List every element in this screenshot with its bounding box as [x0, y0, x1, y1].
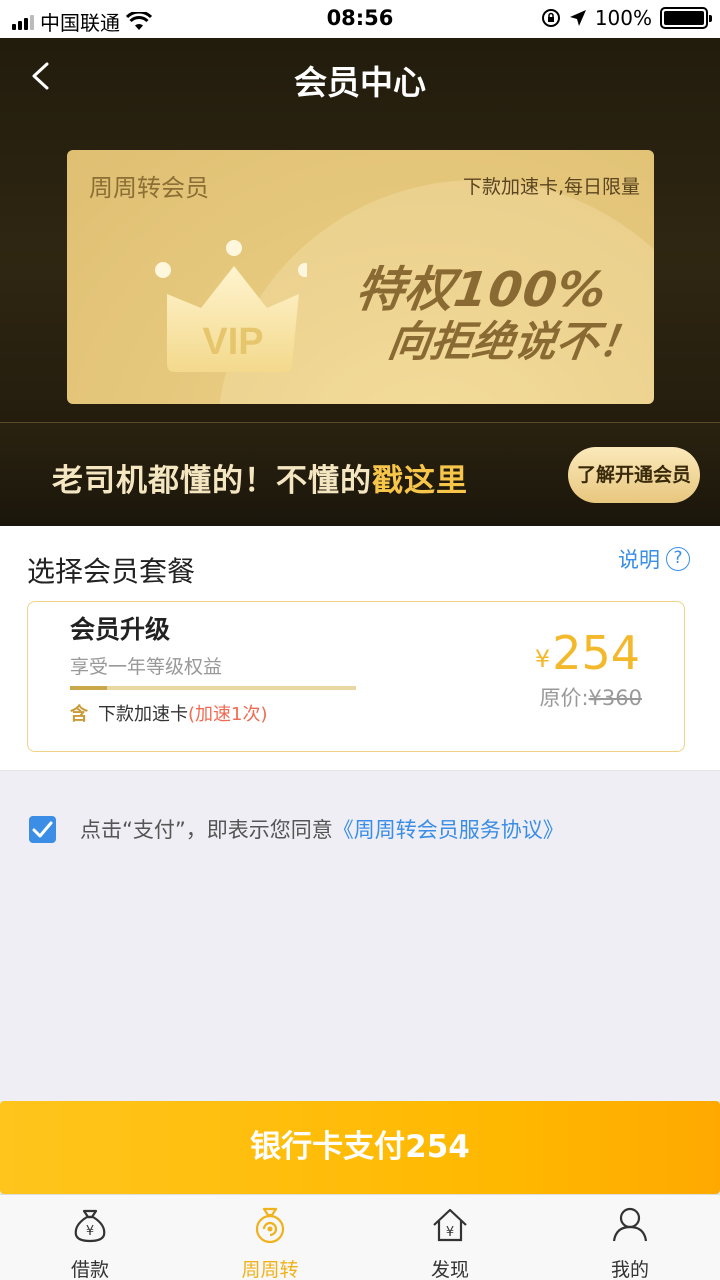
slogan-line-2: 向拒绝说不！ [385, 317, 645, 366]
tab-zhouzhouzhuan[interactable]: 周周转 [180, 1195, 360, 1280]
tab-loan[interactable]: ¥ 借款 [0, 1195, 180, 1280]
status-right: 100% [541, 6, 712, 30]
check-icon [32, 821, 53, 837]
includes-label: 含 [70, 704, 88, 725]
card-brand: 周周转会员 [89, 174, 209, 202]
agree-checkbox[interactable] [29, 815, 56, 843]
battery-percent: 100% [594, 6, 652, 30]
person-icon [612, 1207, 648, 1242]
plan-price: ¥254 [535, 626, 640, 680]
card-tagline: 下款加速卡,每日限量 [462, 176, 640, 198]
vip-badge-text: VIP [202, 321, 263, 363]
location-icon [569, 10, 586, 26]
agreement-text: 点击“支付”，即表示您同意 [80, 818, 333, 842]
vip-crown-icon: VIP [155, 240, 307, 372]
package-section: 选择会员套餐 说明 ? 会员升级 享受一年等级权益 含 下款加速卡(加速1次) … [0, 526, 720, 771]
vip-card: 周周转会员 下款加速卡,每日限量 VIP 特权100% 向拒绝说不！ [67, 150, 654, 404]
plan-progress-fill [70, 686, 108, 690]
learn-membership-button[interactable]: 了解开通会员 [568, 447, 700, 503]
agreement-link[interactable]: 《周周转会员服务协议》 [333, 814, 564, 844]
promo-banner: 老司机都懂的！不懂的戳这里 了解开通会员 [0, 422, 720, 526]
page-title: 会员中心 [294, 63, 426, 102]
original-price-value: ¥360 [588, 686, 642, 710]
plan-description: 享受一年等级权益 [70, 656, 223, 678]
price-value: 254 [552, 626, 640, 680]
home-yen-icon: ¥ [433, 1208, 467, 1242]
tab-discover[interactable]: ¥ 发现 [360, 1195, 540, 1280]
promo-highlight[interactable]: 戳这里 [372, 463, 468, 499]
tab-label-zhouzhouzhuan: 周周转 [241, 1259, 299, 1280]
agreement-row: 点击“支付”，即表示您同意 《周周转会员服务协议》 [29, 814, 564, 844]
tab-bar: ¥ 借款 周周转 ¥ 发现 我的 [0, 1194, 720, 1280]
question-icon: ? [666, 547, 690, 571]
currency-symbol: ¥ [534, 645, 551, 673]
tab-label-discover: 发现 [430, 1259, 469, 1280]
original-price: 原价:¥360 [539, 682, 642, 712]
promo-main: 老司机都懂的！不懂的 [52, 463, 372, 499]
nav-bar: 会员中心 [0, 38, 720, 118]
plan-name: 会员升级 [70, 615, 171, 644]
includes-item: 下款加速卡 [98, 704, 188, 725]
tab-me[interactable]: 我的 [540, 1195, 720, 1280]
pay-button[interactable]: 银行卡支付254 [0, 1101, 720, 1194]
battery-icon [660, 7, 712, 29]
plan-includes: 含 下款加速卡(加速1次) [70, 700, 268, 726]
svg-text:¥: ¥ [446, 1225, 454, 1240]
plan-progress-bar [70, 686, 356, 690]
original-price-label: 原价: [539, 686, 589, 710]
rotation-lock-icon [541, 9, 560, 27]
includes-note: (加速1次) [188, 704, 268, 725]
help-label: 说明 [618, 548, 660, 572]
member-hero: 会员中心 周周转会员 下款加速卡,每日限量 VIP 特权100% 向拒绝说不！ … [0, 38, 720, 526]
plan-card[interactable]: 会员升级 享受一年等级权益 含 下款加速卡(加速1次) ¥254 原价:¥360 [27, 601, 685, 752]
promo-text: 老司机都懂的！不懂的戳这里 [52, 455, 468, 500]
section-title: 选择会员套餐 [27, 555, 196, 588]
svg-text:¥: ¥ [86, 1224, 94, 1239]
money-bag-icon: ¥ [74, 1209, 106, 1243]
status-bar: 中国联通 08:56 100% [0, 0, 720, 38]
help-link[interactable]: 说明 ? [618, 544, 690, 574]
cycle-coin-icon [255, 1207, 285, 1244]
tab-label-loan: 借款 [70, 1259, 109, 1280]
tab-label-me: 我的 [610, 1259, 649, 1280]
